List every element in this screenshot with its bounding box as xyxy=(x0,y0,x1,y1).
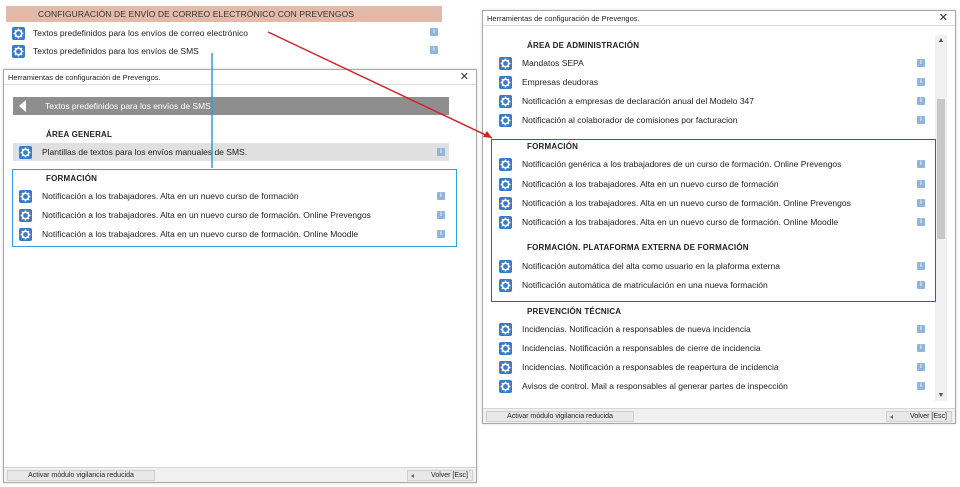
red-connector-line xyxy=(267,31,493,139)
annotation-connectors xyxy=(211,31,493,168)
